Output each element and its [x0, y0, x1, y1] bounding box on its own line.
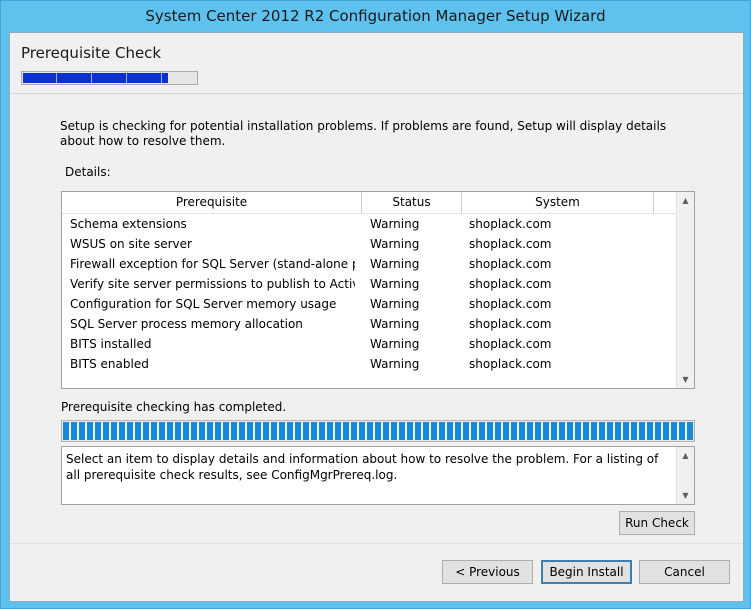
window-title: System Center 2012 R2 Configuration Mana…	[145, 7, 606, 25]
status-cell: Warning	[370, 217, 420, 231]
step-segment-divider	[56, 73, 57, 83]
system-cell: shoplack.com	[469, 337, 552, 351]
status-cell: Warning	[370, 257, 420, 271]
prerequisite-cell: WSUS on site server	[70, 237, 192, 251]
wizard-window: System Center 2012 R2 Configuration Mana…	[0, 0, 751, 609]
run-check-button[interactable]: Run Check	[619, 511, 695, 535]
column-header-status[interactable]: Status	[362, 192, 462, 213]
details-message-box[interactable]: Select an item to display details and in…	[61, 446, 695, 505]
scroll-down-arrow-icon[interactable]: ▼	[677, 371, 694, 388]
column-header-prerequisite[interactable]: Prerequisite	[62, 192, 362, 213]
check-progress-segments	[63, 422, 693, 440]
system-cell: shoplack.com	[469, 237, 552, 251]
column-header-system[interactable]: System	[462, 192, 654, 213]
prerequisite-list[interactable]: Prerequisite Status System Schema extens…	[61, 191, 695, 389]
details-label: Details:	[65, 165, 111, 179]
scroll-down-arrow-icon[interactable]: ▼	[677, 487, 694, 504]
message-scrollbar[interactable]: ▲ ▼	[676, 447, 694, 504]
wizard-header: Prerequisite Check	[10, 33, 743, 94]
table-row[interactable]: BITS enabled Warning shoplack.com	[62, 354, 676, 374]
page-title: Prerequisite Check	[21, 44, 162, 62]
details-message-text: Select an item to display details and in…	[66, 452, 659, 482]
table-row[interactable]: SQL Server process memory allocation War…	[62, 314, 676, 334]
system-cell: shoplack.com	[469, 297, 552, 311]
status-cell: Warning	[370, 317, 420, 331]
previous-button[interactable]: < Previous	[442, 560, 533, 584]
begin-install-button[interactable]: Begin Install	[541, 560, 632, 584]
scroll-up-arrow-icon[interactable]: ▲	[677, 192, 694, 209]
footer-divider	[10, 543, 743, 544]
system-cell: shoplack.com	[469, 217, 552, 231]
prerequisite-cell: BITS enabled	[70, 357, 149, 371]
list-rows: Schema extensions Warning shoplack.com W…	[62, 214, 676, 374]
table-row[interactable]: Configuration for SQL Server memory usag…	[62, 294, 676, 314]
step-progress-bar	[21, 71, 198, 85]
step-segment-divider	[91, 73, 92, 83]
status-cell: Warning	[370, 237, 420, 251]
status-cell: Warning	[370, 337, 420, 351]
prerequisite-cell: Verify site server permissions to publis…	[70, 277, 355, 291]
prerequisite-cell: SQL Server process memory allocation	[70, 317, 303, 331]
system-cell: shoplack.com	[469, 317, 552, 331]
system-cell: shoplack.com	[469, 357, 552, 371]
table-row[interactable]: Verify site server permissions to publis…	[62, 274, 676, 294]
status-cell: Warning	[370, 277, 420, 291]
table-row[interactable]: Schema extensions Warning shoplack.com	[62, 214, 676, 234]
system-cell: shoplack.com	[469, 257, 552, 271]
system-cell: shoplack.com	[469, 277, 552, 291]
cancel-button[interactable]: Cancel	[639, 560, 730, 584]
wizard-client-area: Prerequisite Check Setup is checking for…	[9, 32, 744, 602]
table-row[interactable]: BITS installed Warning shoplack.com	[62, 334, 676, 354]
prerequisite-cell: Firewall exception for SQL Server (stand…	[70, 257, 355, 271]
table-row[interactable]: Firewall exception for SQL Server (stand…	[62, 254, 676, 274]
prerequisite-cell: Schema extensions	[70, 217, 187, 231]
column-header-filler	[654, 192, 675, 213]
prerequisite-cell: BITS installed	[70, 337, 152, 351]
prerequisite-cell: Configuration for SQL Server memory usag…	[70, 297, 337, 311]
check-progress-bar	[61, 420, 695, 442]
list-header: Prerequisite Status System	[62, 192, 676, 214]
step-segment-divider	[161, 73, 162, 83]
table-row[interactable]: WSUS on site server Warning shoplack.com	[62, 234, 676, 254]
status-cell: Warning	[370, 297, 420, 311]
step-progress-fill	[23, 73, 169, 83]
scroll-up-arrow-icon[interactable]: ▲	[677, 447, 694, 464]
check-status-text: Prerequisite checking has completed.	[61, 400, 287, 414]
list-scrollbar[interactable]: ▲ ▼	[676, 192, 694, 388]
step-segment-divider	[126, 73, 127, 83]
status-cell: Warning	[370, 357, 420, 371]
intro-text: Setup is checking for potential installa…	[60, 119, 667, 148]
